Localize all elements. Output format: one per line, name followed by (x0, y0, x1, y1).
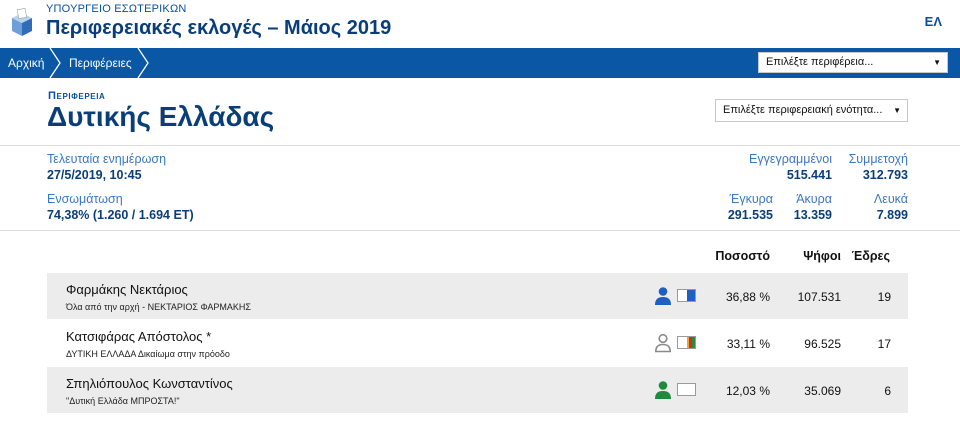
last-update-label: Τελευταία ενημέρωση (47, 152, 167, 166)
party-name: "Δυτική Ελλάδα ΜΠΡΟΣΤΑ!" (66, 396, 180, 406)
top-header: ΥΠΟΥΡΓΕΙΟ ΕΣΩΤΕΡΙΚΩΝ Περιφερειακές εκλογ… (0, 0, 960, 48)
valid-value: 291.535 (727, 208, 773, 222)
page-title[interactable]: Περιφερειακές εκλογές – Μάιος 2019 (46, 17, 391, 40)
language-switch[interactable]: ΕΛ (925, 14, 942, 29)
party-color-swatch (677, 289, 696, 302)
votes-value: 96.525 (804, 337, 841, 351)
percent-value: 12,03 % (725, 384, 770, 398)
seats-value: 17 (877, 337, 891, 351)
region-select[interactable]: Επιλέξτε περιφέρεια... ▼ (758, 52, 948, 73)
chevron-right-icon (137, 48, 149, 78)
votes-value: 107.531 (797, 290, 841, 304)
invalid-label: Άκυρα (796, 192, 832, 206)
region-select-value: Επιλέξτε περιφέρεια... (766, 56, 874, 68)
chevron-right-icon (49, 48, 61, 78)
blank-label: Λευκά (873, 192, 908, 206)
integration-value: 74,38% (1.260 / 1.694 ΕΤ) (47, 208, 194, 222)
integration-label: Ενσωμάτωση (47, 192, 123, 206)
percent-value: 33,11 % (726, 337, 770, 351)
seats-value: 6 (884, 384, 891, 398)
header-seats: Έδρες (851, 249, 890, 263)
registered-value: 515.441 (786, 168, 832, 182)
breadcrumb-regions[interactable]: Περιφέρειες (69, 48, 132, 78)
ministry-name: ΥΠΟΥΡΓΕΙΟ ΕΣΩΤΕΡΙΚΩΝ (46, 3, 187, 15)
divider (0, 145, 960, 146)
regional-unit-select[interactable]: Επιλέξτε περιφερειακή ενότητα... ▼ (715, 99, 908, 122)
candidate-name: Σπηλιόπουλος Κωνσταντίνος (66, 376, 233, 391)
region-name: Δυτικής Ελλάδας (47, 101, 275, 132)
party-name: Όλα από την αρχή - ΝΕΚΤΑΡΙΟΣ ΦΑΡΜΑΚΗΣ (66, 302, 251, 312)
turnout-label: Συμμετοχή (848, 152, 908, 166)
seats-value: 19 (877, 290, 891, 304)
header-votes: Ψήφοι (803, 249, 841, 263)
divider (0, 230, 960, 231)
caret-down-icon: ▼ (933, 58, 941, 67)
party-color-swatch (677, 383, 696, 396)
party-name: ΔΥΤΙΚΗ ΕΛΛΑΔΑ Δικαίωμα στην πρόοδο (66, 349, 230, 359)
last-update-value: 27/5/2019, 10:45 (47, 168, 142, 182)
person-icon (655, 287, 671, 305)
percent-value: 36,88 % (725, 290, 770, 304)
person-icon (654, 333, 672, 353)
person-icon (655, 381, 671, 399)
regional-unit-select-value: Επιλέξτε περιφερειακή ενότητα... (723, 104, 883, 116)
votes-value: 35.069 (804, 384, 841, 398)
blank-value: 7.899 (876, 208, 908, 222)
valid-label: Έγκυρα (729, 192, 773, 206)
candidate-name: Κατσιφάρας Απόστολος * (66, 329, 212, 344)
turnout-value: 312.793 (862, 168, 908, 182)
registered-label: Εγγεγραμμένοι (749, 152, 832, 166)
breadcrumb-home[interactable]: Αρχική (8, 48, 44, 78)
candidate-name: Φαρμάκης Νεκτάριος (66, 282, 188, 297)
table-row[interactable]: Φαρμάκης Νεκτάριος Όλα από την αρχή - ΝΕ… (47, 273, 908, 319)
party-color-swatch (677, 336, 696, 349)
ballot-box-icon (12, 8, 32, 36)
caret-down-icon: ▼ (893, 106, 901, 115)
invalid-value: 13.359 (793, 208, 832, 222)
table-row[interactable]: Κατσιφάρας Απόστολος * ΔΥΤΙΚΗ ΕΛΛΑΔΑ Δικ… (47, 320, 908, 366)
table-row[interactable]: Σπηλιόπουλος Κωνσταντίνος "Δυτική Ελλάδα… (47, 367, 908, 413)
header-percent: Ποσοστό (715, 249, 770, 263)
